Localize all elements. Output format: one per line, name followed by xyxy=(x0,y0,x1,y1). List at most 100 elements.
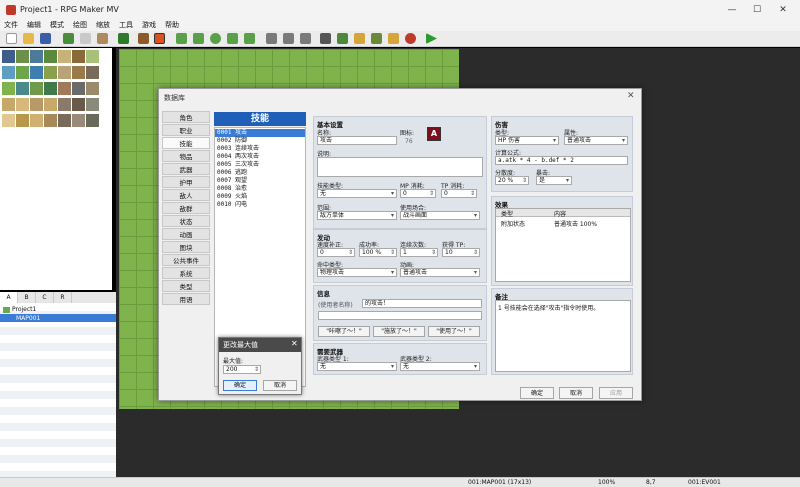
open-project-icon[interactable] xyxy=(23,33,34,44)
list-item[interactable]: 0005 三次攻击 xyxy=(215,161,305,169)
tab-a[interactable]: A xyxy=(0,292,18,303)
message-line1-field[interactable]: 的攻击！ xyxy=(362,299,482,308)
mp-cost-field[interactable]: 0 xyxy=(400,189,436,198)
tile[interactable] xyxy=(30,66,43,79)
tile[interactable] xyxy=(16,114,29,127)
ellipse-icon[interactable] xyxy=(210,33,221,44)
category-animations[interactable]: 动画 xyxy=(162,228,210,240)
category-system[interactable]: 系统 xyxy=(162,267,210,279)
maximize-button[interactable]: ☐ xyxy=(750,3,764,17)
tile[interactable] xyxy=(30,114,43,127)
weapon-type2-select[interactable]: 无 xyxy=(400,362,480,371)
description-field[interactable] xyxy=(317,157,483,177)
skill-type-select[interactable]: 无 xyxy=(317,189,397,198)
category-skills[interactable]: 技能 xyxy=(162,137,210,149)
tile[interactable] xyxy=(30,50,43,63)
tile[interactable] xyxy=(16,98,29,111)
list-item[interactable]: 0010 闪电 xyxy=(215,201,305,209)
menu-mode[interactable]: 模式 xyxy=(50,20,64,31)
menu-edit[interactable]: 编辑 xyxy=(27,20,41,31)
category-common-events[interactable]: 公共事件 xyxy=(162,254,210,266)
tile[interactable] xyxy=(2,82,15,95)
list-item[interactable]: 0004 两次攻击 xyxy=(215,153,305,161)
list-item[interactable]: 0003 连续攻击 xyxy=(215,145,305,153)
pencil-icon[interactable] xyxy=(176,33,187,44)
hit-type-select[interactable]: 物理攻击 xyxy=(317,268,397,277)
apply-button[interactable]: 应用 xyxy=(599,387,633,399)
weapon-type1-select[interactable]: 无 xyxy=(317,362,397,371)
tp-gain-field[interactable]: 10 xyxy=(442,248,480,257)
note-field[interactable]: 1 号技能会在选择"攻击"指令时使用。 xyxy=(495,300,631,372)
fill-icon[interactable] xyxy=(227,33,238,44)
rectangle-icon[interactable] xyxy=(193,33,204,44)
category-terms[interactable]: 用语 xyxy=(162,293,210,305)
tile[interactable] xyxy=(72,114,85,127)
tile[interactable] xyxy=(58,82,71,95)
minimize-button[interactable]: — xyxy=(725,3,739,17)
tile[interactable] xyxy=(16,66,29,79)
repeat-field[interactable]: 1 xyxy=(400,248,438,257)
message-line2-field[interactable] xyxy=(318,311,482,320)
template-button-1[interactable]: "咔嚓了～！" xyxy=(318,326,370,337)
tile[interactable] xyxy=(44,50,57,63)
maximum-ok-button[interactable]: 确定 xyxy=(223,380,257,391)
list-item[interactable]: 0002 防御 xyxy=(215,137,305,145)
tab-c[interactable]: C xyxy=(36,292,54,303)
tile[interactable] xyxy=(72,98,85,111)
template-button-2[interactable]: "施放了～！" xyxy=(373,326,425,337)
cut-icon[interactable] xyxy=(63,33,74,44)
menu-game[interactable]: 游戏 xyxy=(142,20,156,31)
menu-zoom[interactable]: 缩放 xyxy=(96,20,110,31)
damage-type-select[interactable]: HP 伤害 xyxy=(495,136,559,145)
menu-draw[interactable]: 绘图 xyxy=(73,20,87,31)
tile[interactable] xyxy=(2,98,15,111)
new-project-icon[interactable] xyxy=(6,33,17,44)
success-field[interactable]: 100 % xyxy=(359,248,397,257)
menu-file[interactable]: 文件 xyxy=(4,20,18,31)
tile[interactable] xyxy=(72,82,85,95)
sound-test-icon[interactable] xyxy=(354,33,365,44)
change-maximum-close-button[interactable]: ✕ xyxy=(291,339,298,348)
effects-row-content[interactable]: 普通攻击 100% xyxy=(554,219,597,228)
zoom-out-icon[interactable] xyxy=(283,33,294,44)
event-mode-icon[interactable] xyxy=(154,33,165,44)
element-select[interactable]: 普通攻击 xyxy=(564,136,628,145)
list-item[interactable]: 0001 攻击 xyxy=(215,129,305,137)
category-tilesets[interactable]: 图块 xyxy=(162,241,210,253)
tile[interactable] xyxy=(30,82,43,95)
tile[interactable] xyxy=(44,114,57,127)
tree-map001[interactable]: MAP001 xyxy=(0,314,116,322)
tile[interactable] xyxy=(2,66,15,79)
tile[interactable] xyxy=(58,66,71,79)
tile[interactable] xyxy=(86,114,99,127)
list-item[interactable]: 0007 观望 xyxy=(215,177,305,185)
tile[interactable] xyxy=(16,82,29,95)
category-actors[interactable]: 角色 xyxy=(162,111,210,123)
tile[interactable] xyxy=(72,50,85,63)
ok-button[interactable]: 确定 xyxy=(520,387,554,399)
tree-project[interactable]: Project1 xyxy=(3,306,36,313)
copy-icon[interactable] xyxy=(80,33,91,44)
category-types[interactable]: 类型 xyxy=(162,280,210,292)
maximum-field[interactable]: 200 xyxy=(223,365,261,374)
category-states[interactable]: 状态 xyxy=(162,215,210,227)
formula-field[interactable]: a.atk * 4 - b.def * 2 xyxy=(495,156,628,165)
tile[interactable] xyxy=(2,114,15,127)
tp-cost-field[interactable]: 0 xyxy=(441,189,477,198)
plugin-manager-icon[interactable] xyxy=(337,33,348,44)
tile[interactable] xyxy=(16,50,29,63)
category-classes[interactable]: 职业 xyxy=(162,124,210,136)
tile[interactable] xyxy=(2,50,15,63)
template-button-3[interactable]: "使用了～！" xyxy=(428,326,480,337)
speed-field[interactable]: 0 xyxy=(317,248,355,257)
category-items[interactable]: 物品 xyxy=(162,150,210,162)
tile[interactable] xyxy=(72,66,85,79)
critical-select[interactable]: 是 xyxy=(536,176,572,185)
tile[interactable] xyxy=(86,50,99,63)
tile[interactable] xyxy=(58,114,71,127)
paste-icon[interactable] xyxy=(97,33,108,44)
category-troops[interactable]: 敌群 xyxy=(162,202,210,214)
tile[interactable] xyxy=(58,50,71,63)
database-close-button[interactable]: ✕ xyxy=(627,91,635,101)
cancel-button[interactable]: 取消 xyxy=(559,387,593,399)
